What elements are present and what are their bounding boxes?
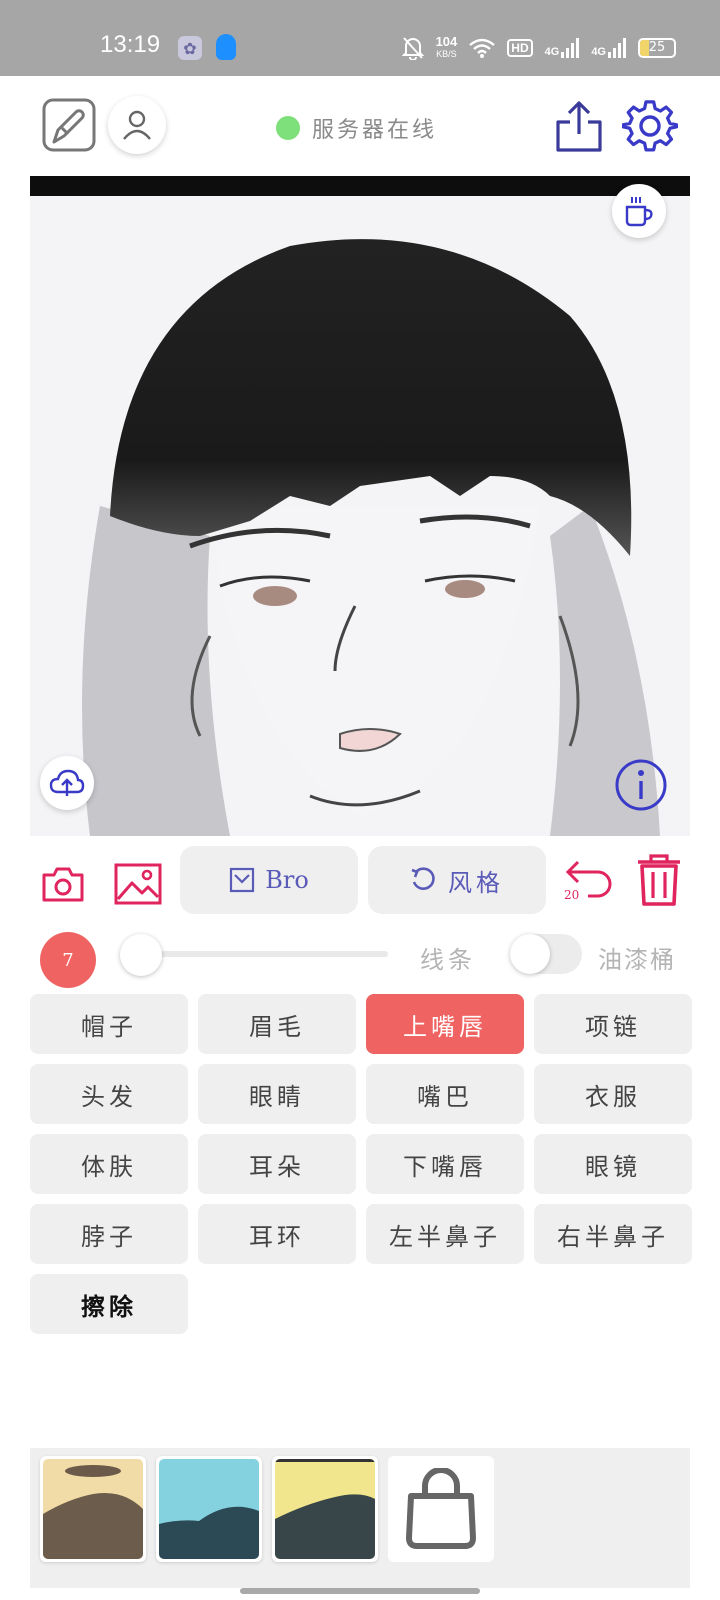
info-icon: [615, 759, 667, 811]
server-status-dot: [276, 116, 300, 140]
bro-label: Bro: [265, 866, 309, 894]
signal-2-label: 4G: [591, 46, 606, 58]
upload-button[interactable]: [40, 756, 94, 810]
delete-button[interactable]: [634, 852, 684, 908]
share-upload-icon: [556, 101, 602, 152]
part-button[interactable]: 眼睛: [198, 1064, 356, 1124]
envelope-checkbox-icon: [230, 867, 255, 893]
server-status: 服务器在线: [276, 112, 437, 144]
part-button[interactable]: 下嘴唇: [366, 1134, 524, 1194]
part-button[interactable]: 耳朵: [198, 1134, 356, 1194]
hills-sand-thumb: [43, 1465, 143, 1559]
signal-1-bars-icon: [561, 38, 580, 58]
image-icon: [114, 863, 162, 905]
part-button[interactable]: 眼镜: [534, 1134, 692, 1194]
trash-icon: [638, 854, 680, 906]
drawing-canvas[interactable]: [30, 176, 690, 836]
battery-indicator: 25: [638, 38, 676, 58]
part-button[interactable]: 耳环: [198, 1204, 356, 1264]
toggle-knob: [510, 934, 550, 974]
brush-size-indicator[interactable]: 7: [40, 932, 96, 988]
network-speed: 104 KB/S: [436, 35, 458, 61]
camera-icon: [42, 867, 84, 902]
status-bar: 13:19 ✿ 104 KB/S HD 4G 4G 25: [0, 0, 720, 76]
part-button[interactable]: 右半鼻子: [534, 1204, 692, 1264]
part-button[interactable]: 眉毛: [198, 994, 356, 1054]
undo-button[interactable]: 20: [562, 854, 614, 906]
part-button[interactable]: 项链: [534, 994, 692, 1054]
hills-cyan-thumb: [159, 1506, 259, 1559]
palette-swatch-sand[interactable]: [40, 1456, 146, 1562]
store-button[interactable]: [388, 1456, 494, 1562]
paint-bucket-label: 油漆桶: [598, 946, 676, 974]
style-label: 风格: [448, 868, 504, 897]
rotate-icon: [411, 867, 435, 890]
palette-swatch-yellow[interactable]: [272, 1456, 378, 1562]
part-button[interactable]: 衣服: [534, 1064, 692, 1124]
qq-app-icon: [216, 34, 236, 60]
signal-2-bars-icon: [608, 38, 626, 58]
hd-label: HD: [507, 39, 533, 57]
part-button[interactable]: 左半鼻子: [366, 1204, 524, 1264]
bag-icon: [406, 1468, 476, 1549]
sketch-pen-icon: [42, 98, 96, 152]
signal-1-label: 4G: [544, 46, 560, 58]
part-button[interactable]: 头发: [30, 1064, 188, 1124]
battery-level: 25: [648, 40, 666, 55]
palette-swatch-cyan[interactable]: [156, 1456, 262, 1562]
home-indicator: [240, 1588, 480, 1594]
coffee-cup-icon: [625, 197, 653, 227]
settings-button[interactable]: [622, 98, 678, 154]
line-label: 线条: [420, 946, 476, 974]
network-speed-unit: KB/S: [436, 49, 457, 59]
part-button[interactable]: 嘴巴: [366, 1064, 524, 1124]
hills-yellow-thumb: [275, 1459, 375, 1559]
info-button[interactable]: [614, 758, 668, 812]
gear-icon: [622, 100, 678, 152]
part-button[interactable]: 擦除: [30, 1274, 188, 1334]
coffee-button[interactable]: [612, 184, 666, 238]
bro-button[interactable]: Bro: [180, 846, 358, 914]
part-button[interactable]: 帽子: [30, 994, 188, 1054]
style-palette: [30, 1448, 690, 1588]
mute-bell-icon: [401, 37, 424, 60]
signal-2: 4G: [591, 38, 626, 58]
cloud-upload-icon: [49, 769, 85, 796]
network-speed-value: 104: [435, 34, 458, 49]
edit-sketch-button[interactable]: [42, 98, 96, 152]
camera-button[interactable]: [40, 864, 86, 904]
status-time: 13:19: [100, 31, 161, 58]
gallery-button[interactable]: [114, 862, 162, 906]
share-button[interactable]: [554, 100, 604, 154]
user-icon: [123, 110, 151, 140]
signal-1: 4G: [545, 38, 580, 58]
undo-count: 20: [564, 888, 580, 902]
paint-bucket-toggle[interactable]: [510, 934, 582, 974]
profile-button[interactable]: [108, 96, 166, 154]
status-indicators: 104 KB/S HD 4G 4G 25: [401, 34, 676, 62]
brush-size-slider[interactable]: [130, 951, 388, 957]
part-button[interactable]: 脖子: [30, 1204, 188, 1264]
battery-fill: [640, 40, 649, 56]
brush-size-slider-knob[interactable]: [120, 934, 162, 976]
settings-app-icon: ✿: [178, 36, 202, 60]
portrait-drawing: [30, 196, 690, 836]
part-button[interactable]: 上嘴唇: [366, 994, 524, 1054]
wifi-icon: [469, 38, 496, 58]
part-button[interactable]: 体肤: [30, 1134, 188, 1194]
style-button[interactable]: 风格: [368, 846, 546, 914]
server-status-text: 服务器在线: [312, 118, 438, 143]
